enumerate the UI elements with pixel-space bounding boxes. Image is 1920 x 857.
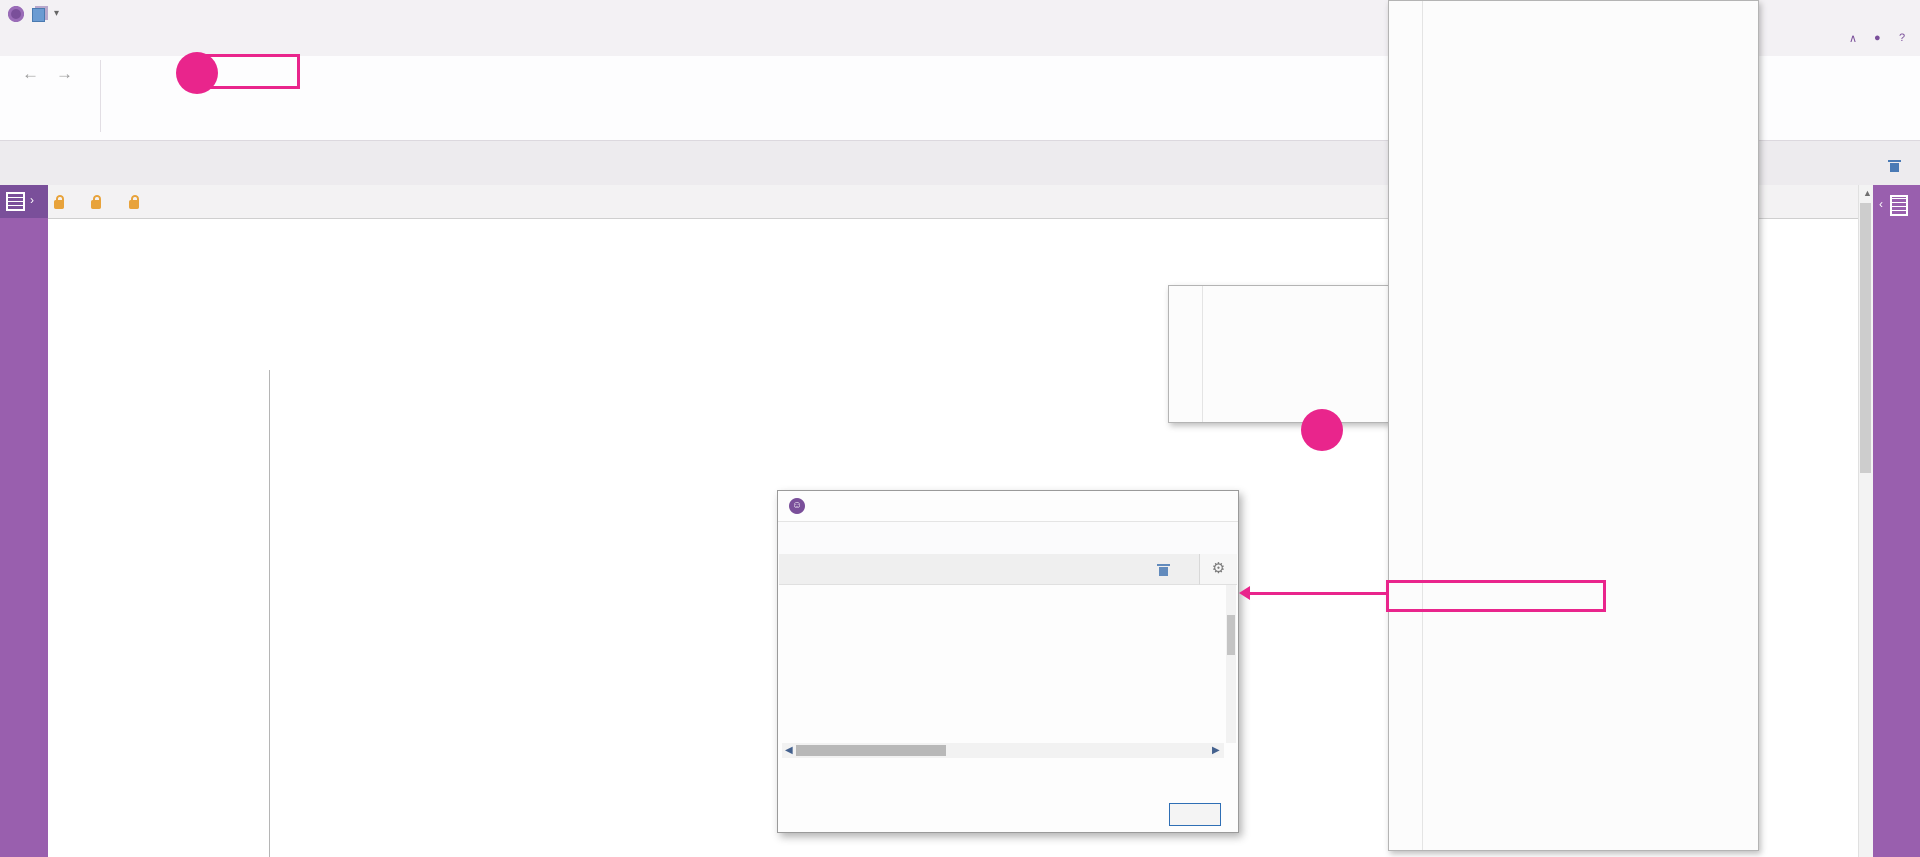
grouping-trash-icon[interactable] bbox=[1888, 158, 1901, 172]
step-badge-1 bbox=[1301, 409, 1343, 451]
app-window: ▾ ∧ ● ? ← → › ▲ ‹ ☺ ⚙ ◀ ▶ bbox=[0, 0, 1920, 857]
minimize-button[interactable] bbox=[1844, 0, 1870, 26]
dialog-gear-icon[interactable]: ⚙ bbox=[1199, 554, 1237, 585]
dialog-toolbar bbox=[778, 522, 1238, 554]
collapsed-side-panel[interactable]: ‹ bbox=[1873, 185, 1920, 857]
multivalue-viewer-dialog: ☺ ⚙ ◀ ▶ bbox=[777, 490, 1239, 833]
dialog-trash-icon[interactable] bbox=[1157, 562, 1170, 576]
row-gutter bbox=[0, 218, 48, 857]
scrollbar-thumb[interactable] bbox=[1860, 203, 1871, 473]
dialog-title-bar[interactable]: ☺ bbox=[778, 491, 1238, 522]
close-button[interactable] bbox=[1895, 0, 1920, 26]
cell-context-menu bbox=[1168, 285, 1390, 423]
quick-access-caret-icon[interactable]: ▾ bbox=[54, 8, 59, 19]
forward-arrow-icon[interactable]: → bbox=[56, 64, 73, 84]
back-arrow-icon[interactable]: ← bbox=[22, 64, 39, 84]
multivalue-viewer-icon: ☺ bbox=[789, 498, 805, 514]
dialog-vscroll-thumb[interactable] bbox=[1227, 615, 1235, 655]
annotation-arrow bbox=[1239, 586, 1386, 600]
dialog-hscroll-thumb[interactable] bbox=[796, 745, 946, 756]
scroll-left-icon[interactable]: ◀ bbox=[785, 745, 793, 756]
scroll-right-icon[interactable]: ▶ bbox=[1212, 745, 1220, 756]
lock-icon bbox=[54, 195, 64, 209]
scroll-up-icon[interactable]: ▲ bbox=[1863, 188, 1872, 198]
frozen-pane-divider[interactable] bbox=[269, 370, 270, 857]
grid-corner-icon[interactable]: › bbox=[0, 185, 48, 218]
collapse-ribbon-icon[interactable]: ∧ bbox=[1849, 32, 1857, 45]
annotation-rect-show-count bbox=[206, 54, 300, 89]
help-icon[interactable]: ? bbox=[1899, 32, 1905, 44]
panel-expand-icon[interactable]: ‹ bbox=[1879, 197, 1883, 211]
quick-access-icon[interactable] bbox=[32, 8, 45, 22]
lock-icon bbox=[91, 195, 102, 209]
lock-icon bbox=[128, 195, 139, 209]
dialog-vscrollbar[interactable] bbox=[1226, 585, 1236, 743]
theme-eye-icon[interactable]: ● bbox=[1874, 32, 1881, 44]
panel-list-icon bbox=[1890, 195, 1908, 216]
maximize-button[interactable] bbox=[1870, 0, 1896, 26]
dialog-grouping-zone[interactable] bbox=[779, 554, 1199, 585]
app-icon bbox=[8, 6, 24, 22]
column-context-menu bbox=[1388, 0, 1759, 851]
step-badge-2 bbox=[176, 52, 218, 94]
dialog-close-button[interactable] bbox=[1169, 803, 1221, 826]
annotation-rect-view-multivalue bbox=[1386, 580, 1606, 612]
